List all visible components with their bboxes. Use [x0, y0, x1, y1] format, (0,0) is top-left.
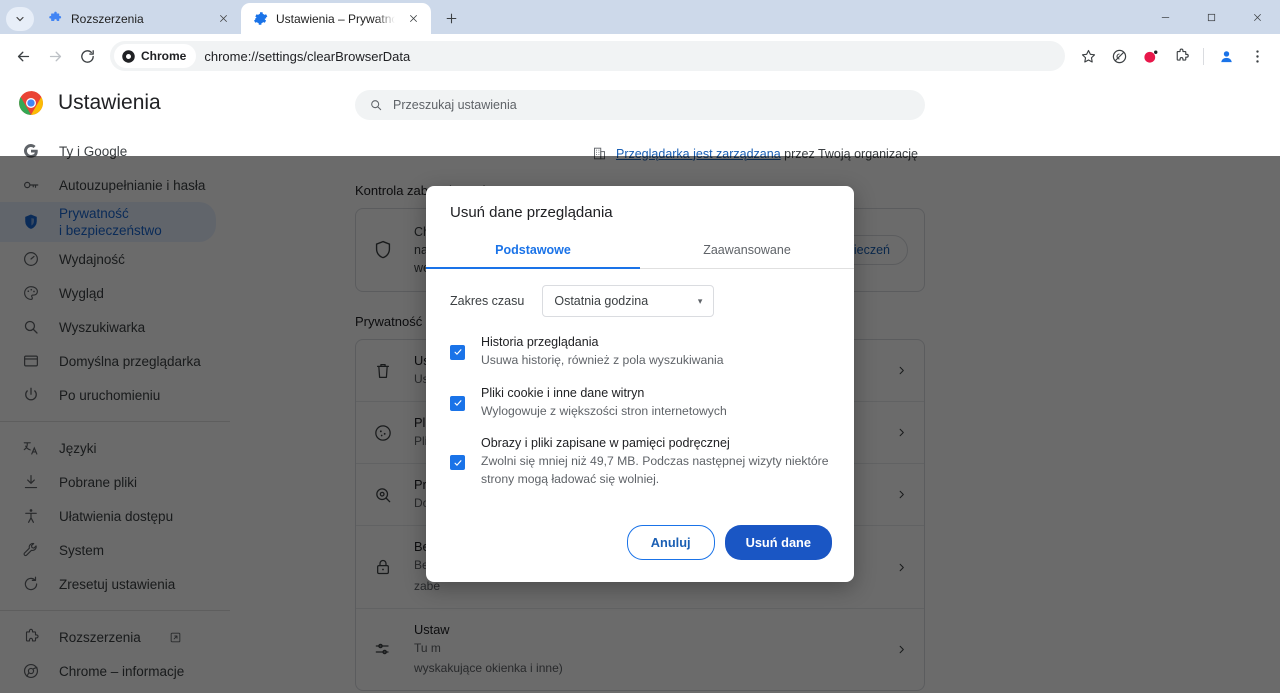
tab-zaawansowane[interactable]: Zaawansowane	[640, 233, 854, 268]
checkbox-checked[interactable]	[450, 396, 465, 411]
back-button[interactable]	[8, 41, 38, 71]
extensions-button[interactable]	[1166, 41, 1196, 71]
avatar-icon	[1218, 48, 1235, 65]
tracking-protection-icon	[1111, 48, 1128, 65]
checkbox-checked[interactable]	[450, 455, 465, 470]
back-arrow-icon	[15, 48, 32, 65]
extension-alert-icon	[1142, 48, 1159, 65]
forward-arrow-icon	[47, 48, 64, 65]
checkbox-title: Obrazy i pliki zapisane w pamięci podręc…	[481, 436, 830, 450]
bookmark-button[interactable]	[1073, 41, 1103, 71]
check-icon	[453, 458, 463, 468]
gear-icon	[252, 11, 268, 27]
dialog-footer: Anuluj Usuń dane	[426, 525, 854, 582]
time-range-value: Ostatnia godzina	[554, 294, 648, 308]
tab-title: Ustawienia – Prywatność i bezp	[276, 12, 395, 26]
tab-search-button[interactable]	[6, 7, 34, 31]
checkbox-sub: Zwolni się mniej niż 49,7 MB. Podczas na…	[481, 453, 830, 488]
tab-podstawowe[interactable]: Podstawowe	[426, 233, 640, 268]
clear-data-button[interactable]: Usuń dane	[725, 525, 832, 560]
checkbox-sub: Usuwa historię, również z pola wyszukiwa…	[481, 352, 830, 370]
dialog-body: Zakres czasu Ostatnia godzina ▾ Historia…	[426, 269, 854, 525]
settings-header: Ustawienia	[0, 82, 230, 134]
checkbox-texts: Obrazy i pliki zapisane w pamięci podręc…	[481, 436, 830, 488]
check-icon	[453, 398, 463, 408]
checkbox-item-cached-images[interactable]: Obrazy i pliki zapisane w pamięci podręc…	[450, 436, 830, 488]
checkbox-title: Historia przeglądania	[481, 335, 830, 349]
checkbox-checked[interactable]	[450, 345, 465, 360]
maximize-button[interactable]	[1188, 0, 1234, 34]
checkbox-title: Pliki cookie i inne dane witryn	[481, 386, 830, 400]
minimize-icon	[1160, 12, 1171, 23]
tab-strip: Rozszerzenia Ustawienia – Prywatność i b…	[0, 0, 1280, 34]
menu-button[interactable]	[1242, 41, 1272, 71]
puzzle-icon	[1173, 48, 1190, 65]
tab-title: Rozszerzenia	[71, 12, 205, 26]
time-range-select[interactable]: Ostatnia godzina ▾	[542, 285, 714, 317]
tab-ustawienia[interactable]: Ustawienia – Prywatność i bezp	[241, 3, 431, 34]
star-icon	[1080, 48, 1097, 65]
toolbar-actions	[1073, 41, 1272, 71]
forward-button[interactable]	[40, 41, 70, 71]
page-title: Ustawienia	[58, 91, 161, 115]
chrome-chip: Chrome	[114, 44, 196, 68]
checkbox-item-cookies[interactable]: Pliki cookie i inne dane witryn Wylogowu…	[450, 386, 830, 421]
time-range-label: Zakres czasu	[450, 294, 524, 308]
clear-browsing-data-dialog: Usuń dane przeglądania Podstawowe Zaawan…	[426, 186, 854, 582]
chrome-logo-icon	[121, 49, 136, 64]
checkbox-texts: Pliki cookie i inne dane witryn Wylogowu…	[481, 386, 830, 421]
tab-close-button[interactable]	[403, 9, 423, 29]
chrome-logo	[18, 90, 44, 116]
dialog-tabs: Podstawowe Zaawansowane	[426, 233, 854, 269]
puzzle-icon	[47, 11, 63, 27]
check-icon	[453, 347, 463, 357]
search-input[interactable]: Przeszukaj ustawienia	[355, 90, 925, 120]
profile-button[interactable]	[1211, 41, 1241, 71]
browser-window: Rozszerzenia Ustawienia – Prywatność i b…	[0, 0, 1280, 693]
address-bar-url: chrome://settings/clearBrowserData	[204, 49, 410, 64]
extension-alert-button[interactable]	[1135, 41, 1165, 71]
three-dot-menu-icon	[1249, 48, 1266, 65]
time-range-row: Zakres czasu Ostatnia godzina ▾	[450, 285, 830, 317]
toolbar-divider	[1203, 48, 1204, 65]
reload-icon	[79, 48, 96, 65]
search-placeholder: Przeszukaj ustawienia	[393, 98, 517, 112]
cancel-button[interactable]: Anuluj	[627, 525, 715, 560]
search-icon	[369, 98, 383, 112]
tab-rozszerzenia[interactable]: Rozszerzenia	[36, 3, 241, 34]
tracking-protection-button[interactable]	[1104, 41, 1134, 71]
reload-button[interactable]	[72, 41, 102, 71]
new-tab-button[interactable]	[437, 4, 465, 32]
checkbox-texts: Historia przeglądania Usuwa historię, ró…	[481, 335, 830, 370]
chevron-down-icon	[14, 13, 26, 25]
close-icon	[1252, 12, 1263, 23]
chevron-down-icon: ▾	[698, 296, 703, 307]
minimize-button[interactable]	[1142, 0, 1188, 34]
browser-toolbar: Chrome chrome://settings/clearBrowserDat…	[0, 34, 1280, 78]
checkbox-sub: Wylogowuje z większości stron internetow…	[481, 403, 830, 421]
address-bar[interactable]: Chrome chrome://settings/clearBrowserDat…	[110, 41, 1065, 71]
dialog-title: Usuń dane przeglądania	[426, 186, 854, 233]
checkbox-item-browsing-history[interactable]: Historia przeglądania Usuwa historię, ró…	[450, 335, 830, 370]
tab-close-button[interactable]	[213, 9, 233, 29]
plus-icon	[445, 12, 458, 25]
window-controls	[1142, 0, 1280, 34]
chrome-chip-label: Chrome	[141, 49, 186, 63]
maximize-icon	[1206, 12, 1217, 23]
close-button[interactable]	[1234, 0, 1280, 34]
